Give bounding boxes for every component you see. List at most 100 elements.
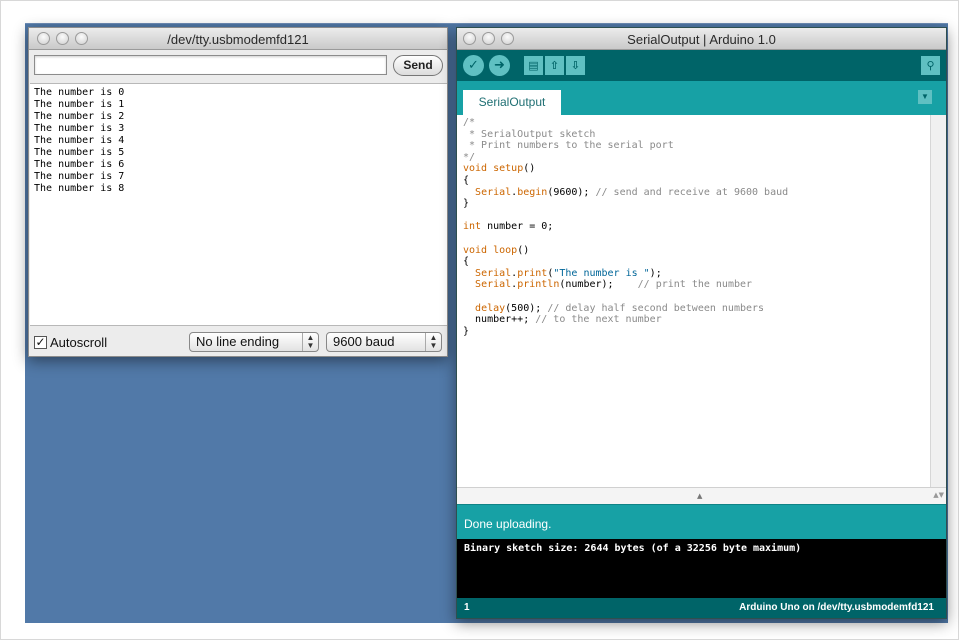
serial-send-input[interactable] <box>34 55 387 75</box>
code-token: * Print numbers to the serial port <box>463 140 674 152</box>
code-token: delay <box>475 302 506 314</box>
code-token: (number); <box>559 279 638 291</box>
console-output: Binary sketch size: 2644 bytes (of a 322… <box>464 543 802 554</box>
code-line: { <box>463 256 930 268</box>
ide-toolbar: ✓ ➜ ▤ ⇧ ⇩ ⚲ <box>457 50 946 81</box>
serial-output-line: The number is 4 <box>34 135 125 146</box>
checkmark-icon[interactable]: ✓ <box>34 335 47 349</box>
line-ending-select[interactable]: No line ending ▲ ▼ <box>189 332 319 352</box>
ide-titlebar[interactable]: SerialOutput | Arduino 1.0 <box>457 28 946 50</box>
code-line: * SerialOutput sketch <box>463 129 930 141</box>
document-icon[interactable]: ▤ <box>524 56 543 75</box>
code-line: */ <box>463 152 930 164</box>
code-token: void <box>463 163 488 175</box>
arrow-down-icon[interactable]: ⇩ <box>566 56 585 75</box>
code-line: Serial.print("The number is "); <box>463 268 930 280</box>
select-arrows-icon: ▲ ▼ <box>425 333 441 351</box>
select-arrows-icon: ▲ ▼ <box>302 333 318 351</box>
serial-output-line: The number is 3 <box>34 123 125 134</box>
code-line: { <box>463 175 930 187</box>
code-token: */ <box>463 151 476 163</box>
code-token: ); <box>649 267 662 279</box>
arrow-up-icon[interactable]: ⇧ <box>545 56 564 75</box>
code-token: number = 0; <box>481 221 554 233</box>
status-message: Done uploading. <box>464 517 552 531</box>
ide-footer: 1 Arduino Uno on /dev/tty.usbmodemfd121 <box>457 598 946 618</box>
send-row: Send <box>34 55 443 77</box>
code-line: /* <box>463 117 930 129</box>
code-token: // to the next number <box>535 314 662 326</box>
serial-output-line: The number is 0 <box>34 87 125 98</box>
line-number: 1 <box>464 602 470 613</box>
code-line: Serial.begin(9600); // send and receive … <box>463 187 930 199</box>
code-token: // send and receive at 9600 baud <box>595 186 789 198</box>
code-line: * Print numbers to the serial port <box>463 140 930 152</box>
code-line: delay(500); // delay half second between… <box>463 303 930 315</box>
code-line: void loop() <box>463 245 930 257</box>
code-token: void <box>463 244 488 256</box>
arduino-ide-window: SerialOutput | Arduino 1.0 ✓ ➜ ▤ ⇧ ⇩ ⚲ S… <box>456 27 947 619</box>
serial-output-line: The number is 6 <box>34 159 125 170</box>
code-token: print <box>517 267 548 279</box>
code-token: } <box>463 198 470 210</box>
code-token: loop <box>493 244 518 256</box>
autoscroll-checkbox[interactable]: ✓ Autoscroll <box>34 333 107 351</box>
sketch-tab-bar: SerialOutput ▼ <box>457 81 946 115</box>
code-token: () <box>517 244 530 256</box>
serial-output-line: The number is 1 <box>34 99 125 110</box>
serial-output-line: The number is 7 <box>34 171 125 182</box>
check-icon[interactable]: ✓ <box>463 55 484 76</box>
serial-output-line: The number is 8 <box>34 183 125 194</box>
ide-title: SerialOutput | Arduino 1.0 <box>627 32 776 47</box>
code-token: number++; <box>463 314 536 326</box>
send-button[interactable]: Send <box>393 55 443 76</box>
code-editor[interactable]: /* * SerialOutput sketch * Print numbers… <box>457 115 946 487</box>
code-token: /* <box>463 117 476 128</box>
serial-output-line: The number is 2 <box>34 111 125 122</box>
code-line: int number = 0; <box>463 221 930 233</box>
magnifier-icon[interactable]: ⚲ <box>921 56 940 75</box>
console-area[interactable]: Binary sketch size: 2644 bytes (of a 322… <box>457 539 946 598</box>
serial-output-area[interactable]: The number is 0 The number is 1 The number… <box>30 83 447 326</box>
code-line: } <box>463 198 930 210</box>
code-token: // print the number <box>637 279 753 291</box>
code-line: number++; // to the next number <box>463 314 930 326</box>
serial-monitor-titlebar[interactable]: /dev/tty.usbmodemfd121 <box>29 28 447 50</box>
code-token: // delay half second between numbers <box>547 302 765 314</box>
scroll-arrows-icon[interactable]: ▲▼ <box>933 491 944 499</box>
board-info: Arduino Uno on /dev/tty.usbmodemfd121 <box>739 602 934 613</box>
code-token: begin <box>517 186 548 198</box>
tab-serialoutput[interactable]: SerialOutput <box>463 90 561 115</box>
autoscroll-label: Autoscroll <box>50 334 108 350</box>
code-line: } <box>463 326 930 338</box>
divider-handle-icon[interactable]: ▲ <box>697 492 702 500</box>
screenshot-frame: /dev/tty.usbmodemfd121 Send The number i… <box>0 0 959 640</box>
arrow-right-icon[interactable]: ➜ <box>489 55 510 76</box>
code-token: * SerialOutput sketch <box>463 128 596 140</box>
code-token: int <box>463 221 482 233</box>
serial-output-line: The number is 5 <box>34 147 125 158</box>
code-token: { <box>463 256 470 268</box>
code-token: setup <box>493 163 524 175</box>
code-token: Serial <box>475 267 512 279</box>
code-token: "The number is " <box>553 267 650 279</box>
serial-monitor-footer: ✓ Autoscroll No line ending ▲ ▼ 9600 baud… <box>29 328 447 356</box>
baud-rate-select[interactable]: 9600 baud ▲ ▼ <box>326 332 442 352</box>
code-token: (9600); <box>547 186 596 198</box>
serial-monitor-window: /dev/tty.usbmodemfd121 Send The number i… <box>28 27 448 357</box>
serial-monitor-title: /dev/tty.usbmodemfd121 <box>167 32 309 47</box>
code-token: } <box>463 325 470 337</box>
editor-vertical-scrollbar[interactable] <box>930 115 946 487</box>
baud-rate-value: 9600 baud <box>333 334 395 349</box>
code-text[interactable]: /* * SerialOutput sketch * Print numbers… <box>463 117 930 483</box>
code-token: Serial <box>475 186 512 198</box>
code-token: { <box>463 174 470 186</box>
tab-menu-icon[interactable]: ▼ <box>918 90 932 104</box>
editor-console-divider[interactable]: ▲ ▲▼ <box>457 487 946 504</box>
code-token: println <box>517 279 560 291</box>
